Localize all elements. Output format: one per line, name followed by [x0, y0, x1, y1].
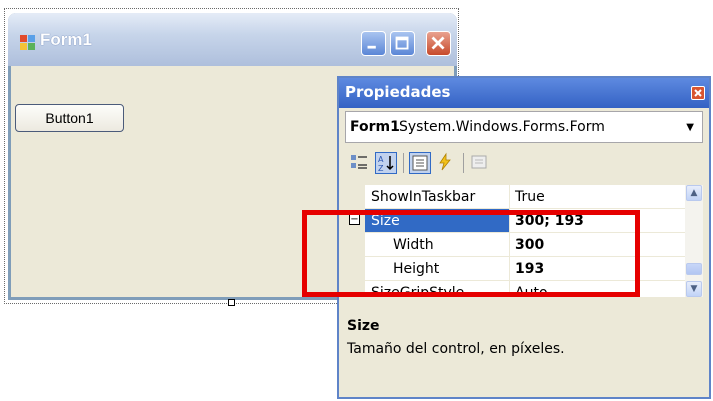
- maximize-button[interactable]: [390, 31, 415, 56]
- object-name: Form1: [350, 119, 400, 135]
- form-titlebar[interactable]: Form1: [8, 13, 457, 66]
- minimize-icon: [367, 45, 376, 49]
- scrollbar-thumb[interactable]: [686, 263, 702, 275]
- toolbar-separator: [463, 153, 464, 173]
- properties-title: Propiedades: [345, 83, 451, 101]
- object-selector[interactable]: Form1 System.Windows.Forms.Form ▼: [345, 111, 703, 143]
- properties-titlebar[interactable]: Propiedades: [339, 78, 709, 108]
- property-pages-button[interactable]: [469, 152, 491, 174]
- form-app-icon: [20, 35, 35, 50]
- scroll-down-icon[interactable]: ▼: [686, 281, 702, 297]
- svg-text:Z: Z: [378, 164, 384, 173]
- close-icon: [431, 36, 445, 50]
- description-text: Tamaño del control, en píxeles.: [347, 341, 565, 357]
- close-button[interactable]: [426, 31, 451, 56]
- vertical-scrollbar[interactable]: ▲ ▼: [685, 185, 703, 297]
- categorized-button[interactable]: [349, 152, 371, 174]
- scroll-up-icon[interactable]: ▲: [686, 185, 702, 201]
- alphabetical-sort-icon: AZ: [378, 155, 394, 173]
- column-separator: [509, 185, 510, 208]
- description-panel: Size Tamaño del control, en píxeles.: [345, 313, 703, 393]
- properties-list-icon: [412, 155, 428, 171]
- lightning-icon: [439, 152, 451, 171]
- properties-view-button[interactable]: [409, 152, 431, 174]
- property-row[interactable]: ShowInTaskbar True: [345, 185, 685, 209]
- red-highlight-box: [302, 210, 640, 297]
- chevron-down-icon: ▼: [686, 122, 694, 133]
- close-icon: [694, 89, 702, 97]
- categorized-icon: [351, 155, 367, 169]
- form-title: Form1: [40, 30, 92, 49]
- toolbar-separator: [403, 153, 404, 173]
- alphabetical-button[interactable]: AZ: [375, 152, 397, 174]
- properties-toolbar: AZ: [345, 147, 703, 181]
- property-pages-icon: [471, 155, 487, 169]
- button1[interactable]: Button1: [15, 104, 124, 132]
- object-type: System.Windows.Forms.Form: [399, 119, 605, 135]
- events-button[interactable]: [435, 152, 457, 174]
- resize-handle[interactable]: [228, 299, 235, 306]
- description-title: Size: [347, 318, 380, 334]
- properties-close-button[interactable]: [691, 86, 705, 100]
- svg-text:A: A: [378, 155, 384, 164]
- minimize-button[interactable]: [361, 31, 386, 56]
- maximize-icon: [395, 36, 409, 50]
- property-value[interactable]: True: [515, 189, 545, 205]
- property-name: ShowInTaskbar: [371, 189, 476, 205]
